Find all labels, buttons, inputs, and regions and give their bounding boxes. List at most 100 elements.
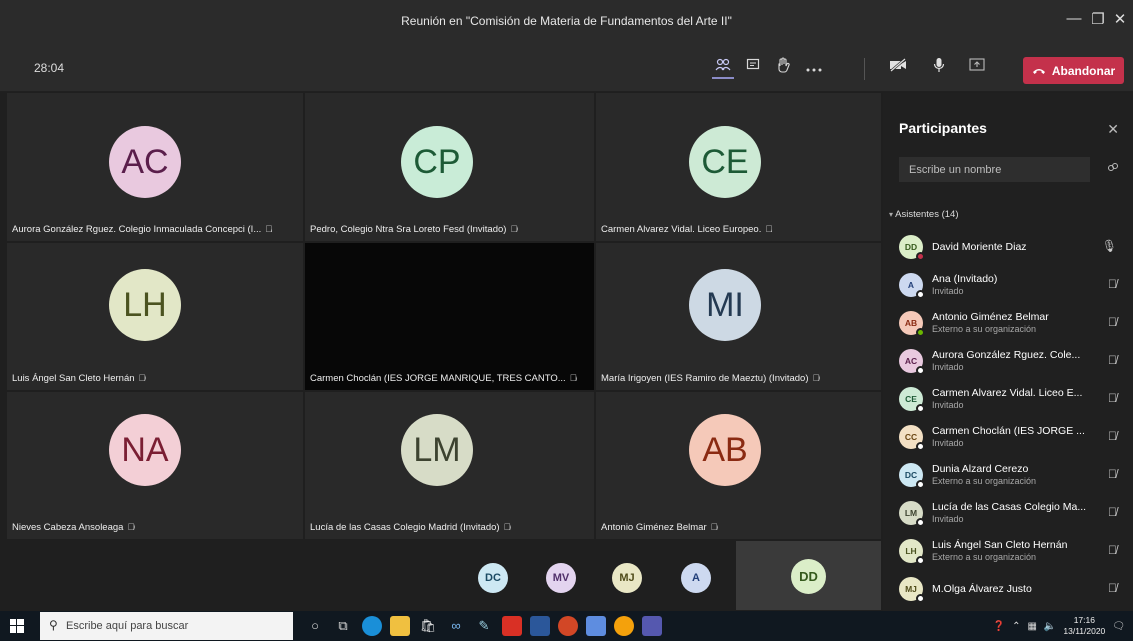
- app-icon[interactable]: [586, 616, 606, 636]
- system-clock[interactable]: 17:16 13/11/2020: [1063, 615, 1105, 637]
- windows-start-icon[interactable]: [10, 619, 24, 636]
- maximize-button[interactable]: ❐: [1086, 10, 1110, 28]
- participant-name: Carmen Choclán (IES JORGE ...: [932, 425, 1085, 437]
- participant-role: Invitado: [932, 400, 964, 410]
- participants-icon[interactable]: [712, 57, 734, 79]
- window-title: Reunión en "Comisión de Materia de Funda…: [401, 14, 732, 28]
- participant-search-input[interactable]: [899, 157, 1090, 182]
- chrome-icon[interactable]: [614, 616, 634, 636]
- network-icon[interactable]: ▦: [1027, 621, 1036, 632]
- participant-row[interactable]: LM Lucía de las Casas Colegio Ma... Invita…: [883, 499, 1133, 531]
- overflow-avatar[interactable]: MJ: [612, 563, 642, 593]
- overflow-avatar[interactable]: DC: [478, 563, 508, 593]
- presence-status-icon: [916, 518, 925, 527]
- participant-role: Invitado: [932, 514, 964, 524]
- microphone-icon[interactable]: [928, 57, 950, 79]
- meeting-timer: 28:04: [34, 61, 65, 75]
- leave-button[interactable]: Abandonar: [1023, 57, 1124, 84]
- mic-off-icon[interactable]: 🎙̸: [1108, 581, 1117, 595]
- attendees-section-header[interactable]: ▾ Asistentes (14): [889, 209, 959, 220]
- video-tile[interactable]: NA Nieves Cabeza Ansoleaga 🎙̸: [7, 392, 303, 539]
- pdf-reader-icon[interactable]: [502, 616, 522, 636]
- video-tile[interactable]: LH Luis Ángel San Cleto Hernán 🎙̸: [7, 243, 303, 390]
- presence-status-icon: [916, 442, 925, 451]
- presence-status-icon: [916, 366, 925, 375]
- volume-icon[interactable]: 🔈: [1044, 621, 1056, 632]
- participant-role: Invitado: [932, 362, 964, 372]
- cortana-icon[interactable]: ○: [305, 616, 325, 636]
- mic-off-icon: 🎙̸: [710, 522, 718, 533]
- mic-off-icon[interactable]: 🎙̸: [1108, 277, 1117, 291]
- tile-avatar: CE: [689, 126, 761, 198]
- infinity-app-icon[interactable]: ∞: [446, 616, 466, 636]
- toolbar-divider: [864, 58, 865, 80]
- windows-taskbar: ⚲ Escribe aquí para buscar ○ ⧉ 🛍 ∞ ✎ ❓ ⌃…: [0, 611, 1133, 641]
- video-tile[interactable]: AB Antonio Giménez Belmar 🎙̸: [596, 392, 881, 539]
- mic-off-icon[interactable]: 🎙̸: [1108, 353, 1117, 367]
- participant-row[interactable]: AB Antonio Giménez Belmar Externo a su org…: [883, 309, 1133, 341]
- microphone-icon[interactable]: 🎙: [1102, 239, 1117, 253]
- share-invite-icon[interactable]: [1107, 161, 1119, 176]
- help-icon[interactable]: ❓: [993, 621, 1005, 632]
- participant-name: Luis Ángel San Cleto Hernán: [932, 539, 1068, 551]
- meeting-toolbar: 28:04 Abandonar: [0, 44, 1133, 92]
- title-bar: Reunión en "Comisión de Materia de Funda…: [0, 0, 1133, 44]
- video-tile[interactable]: LM Lucía de las Casas Colegio Madrid (In…: [305, 392, 594, 539]
- paint-icon[interactable]: ✎: [474, 616, 494, 636]
- mic-off-icon[interactable]: 🎙̸: [1108, 429, 1117, 443]
- notifications-icon[interactable]: 🗨: [1112, 621, 1125, 632]
- participant-role: Externo a su organización: [932, 324, 1037, 334]
- participant-name: Dunia Alzard Cerezo: [932, 463, 1029, 475]
- search-icon: ⚲: [49, 618, 58, 632]
- task-view-icon[interactable]: ⧉: [333, 616, 353, 636]
- overflow-avatar[interactable]: A: [681, 563, 711, 593]
- powerpoint-icon[interactable]: [558, 616, 578, 636]
- close-button[interactable]: ✕: [1108, 10, 1132, 28]
- tile-name-label: Pedro, Colegio Ntra Sra Loreto Fesd (Inv…: [310, 224, 518, 235]
- mic-off-icon[interactable]: 🎙̸: [1108, 315, 1117, 329]
- share-screen-icon[interactable]: [966, 57, 988, 79]
- video-tile[interactable]: CE Carmen Alvarez Vidal. Liceo Europeo. 🎙…: [596, 93, 881, 241]
- self-view-tile[interactable]: DD: [736, 541, 881, 610]
- participant-row[interactable]: CC Carmen Choclán (IES JORGE ... Invitado 🎙…: [883, 423, 1133, 455]
- participant-row[interactable]: CE Carmen Alvarez Vidal. Liceo E... Invita…: [883, 385, 1133, 417]
- edge-icon[interactable]: [362, 616, 382, 636]
- taskbar-search[interactable]: ⚲ Escribe aquí para buscar: [40, 612, 293, 640]
- tile-avatar: AC: [109, 126, 181, 198]
- word-icon[interactable]: [530, 616, 550, 636]
- participant-row[interactable]: DC Dunia Alzard Cerezo Externo a su organi…: [883, 461, 1133, 493]
- participant-role: Externo a su organización: [932, 552, 1037, 562]
- more-icon[interactable]: [803, 57, 825, 79]
- tile-name-label: María Irigoyen (IES Ramiro de Maeztu) (I…: [601, 373, 820, 384]
- raise-hand-icon[interactable]: [772, 57, 794, 79]
- close-panel-icon[interactable]: ✕: [1107, 121, 1119, 138]
- overflow-avatar[interactable]: MV: [546, 563, 576, 593]
- mic-off-icon[interactable]: 🎙̸: [1108, 543, 1117, 557]
- video-tile-camera[interactable]: Carmen Choclán (IES JORGE MANRIQUE, TRES…: [305, 243, 594, 390]
- participant-row[interactable]: MJ M.Olga Álvarez Justo 🎙̸: [883, 575, 1133, 607]
- video-tile[interactable]: CP Pedro, Colegio Ntra Sra Loreto Fesd (…: [305, 93, 594, 241]
- teams-icon[interactable]: [642, 616, 662, 636]
- participant-row[interactable]: LH Luis Ángel San Cleto Hernán Externo a s…: [883, 537, 1133, 569]
- panel-title: Participantes: [899, 120, 987, 136]
- mic-off-icon[interactable]: 🎙̸: [1108, 467, 1117, 481]
- participant-row[interactable]: DD David Moriente Diaz 🎙: [883, 233, 1133, 265]
- minimize-button[interactable]: —: [1062, 10, 1086, 27]
- chat-icon[interactable]: [742, 57, 764, 79]
- participant-row[interactable]: A Ana (Invitado) Invitado 🎙̸: [883, 271, 1133, 303]
- file-explorer-icon[interactable]: [390, 616, 410, 636]
- store-icon[interactable]: 🛍: [418, 616, 438, 636]
- participant-row[interactable]: AC Aurora González Rguez. Cole... Invitado…: [883, 347, 1133, 379]
- participant-role: Invitado: [932, 438, 964, 448]
- tile-name-label: Luis Ángel San Cleto Hernán 🎙̸: [12, 373, 146, 384]
- mic-off-icon[interactable]: 🎙̸: [1108, 505, 1117, 519]
- video-tile[interactable]: AC Aurora González Rguez. Colegio Inmacu…: [7, 93, 303, 241]
- mic-off-icon[interactable]: 🎙̸: [1108, 391, 1117, 405]
- tile-name-label: Lucía de las Casas Colegio Madrid (Invit…: [310, 522, 511, 533]
- camera-off-icon[interactable]: [887, 57, 909, 79]
- video-tile[interactable]: MI María Irigoyen (IES Ramiro de Maeztu)…: [596, 243, 881, 390]
- participant-name: M.Olga Álvarez Justo: [932, 583, 1032, 595]
- mic-off-icon: 🎙̸: [510, 224, 518, 235]
- participant-name: Aurora González Rguez. Cole...: [932, 349, 1081, 361]
- chevron-up-icon[interactable]: ⌃: [1012, 621, 1020, 632]
